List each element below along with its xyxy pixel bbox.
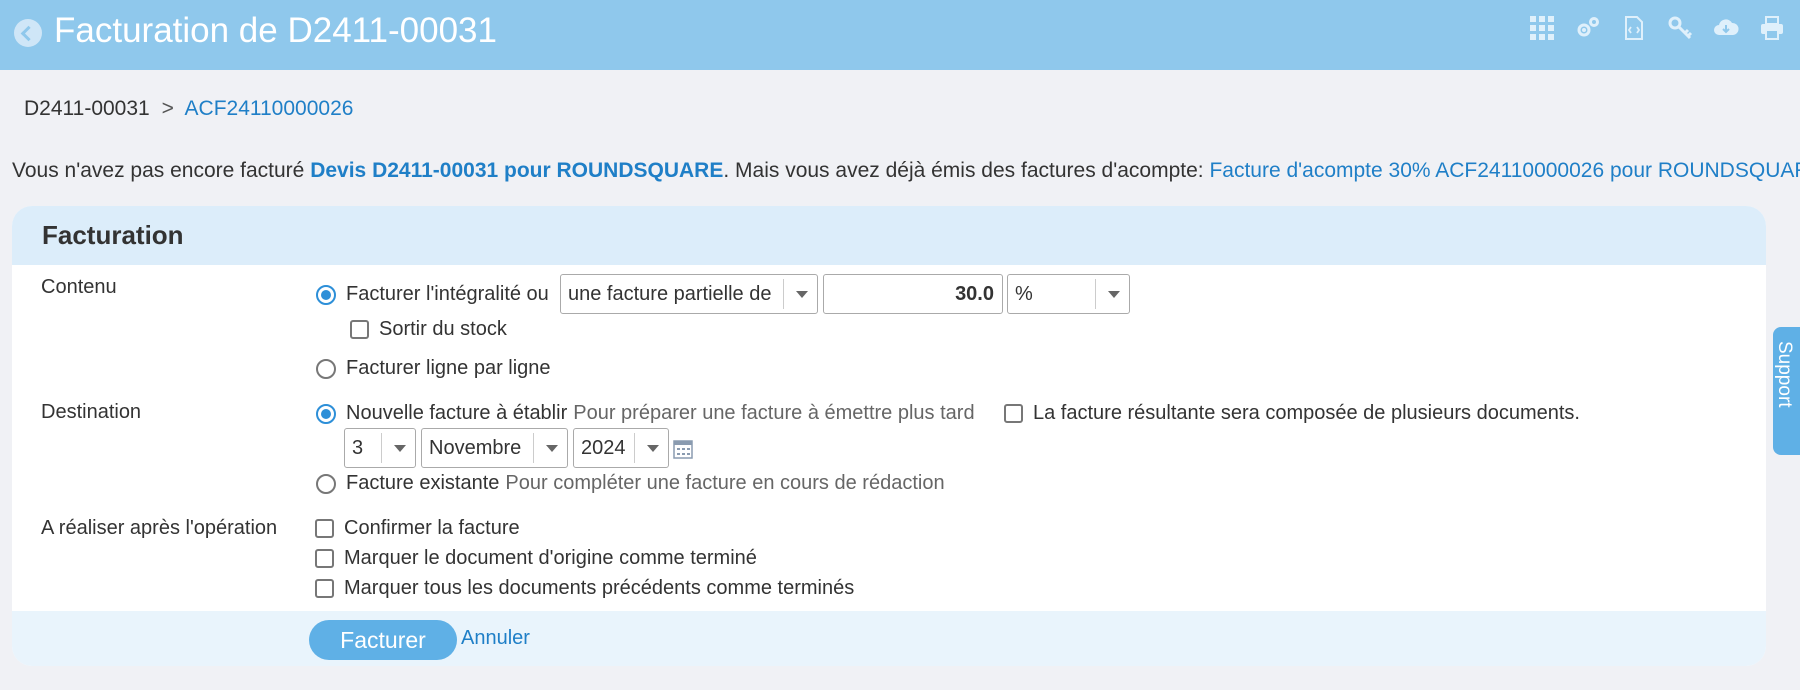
option-confirm-invoice[interactable]: Confirmer la facture [315, 517, 520, 540]
support-tab[interactable]: Support [1773, 327, 1800, 455]
breadcrumb: D2411-00031 > ACF24110000026 [24, 96, 353, 122]
mark-origin-done-label: Marquer le document d'origine comme term… [344, 547, 757, 569]
mark-all-done-checkbox[interactable] [315, 579, 334, 598]
new-invoice-hint: Pour préparer une facture à émettre plus… [573, 402, 975, 424]
line-by-line-radio[interactable] [316, 358, 336, 379]
partial-invoice-select[interactable]: une facture partielle de [560, 274, 818, 314]
invoice-submit-button[interactable]: Facturer [309, 620, 457, 660]
mark-origin-done-checkbox[interactable] [315, 549, 334, 568]
chevron-down-icon [381, 433, 415, 463]
chevron-down-icon [533, 433, 567, 463]
notice-text-1: Vous n'avez pas encore facturé [12, 159, 311, 182]
panel-title: Facturation [42, 220, 184, 250]
panel-header: Facturation [12, 206, 1766, 265]
after-operation-label: A réaliser après l'opération [41, 517, 278, 539]
month-select[interactable]: Novembre [421, 428, 568, 468]
existing-invoice-label: Facture existante [346, 472, 500, 494]
toolbar-icons [1528, 14, 1786, 42]
amount-unit-select[interactable]: % [1007, 274, 1130, 314]
full-invoice-radio[interactable] [316, 284, 336, 305]
partial-invoice-select-value: une facture partielle de [568, 282, 772, 305]
support-tab-label: Support [1774, 341, 1795, 408]
full-invoice-label: Facturer l'intégralité ou [346, 283, 549, 305]
back-arrow-icon[interactable] [14, 19, 42, 47]
stock-exit-label: Sortir du stock [379, 318, 507, 340]
month-select-value: Novembre [429, 436, 522, 459]
multi-documents-checkbox[interactable] [1004, 404, 1023, 423]
destination-label: Destination [41, 401, 142, 423]
breadcrumb-separator: > [161, 97, 174, 120]
new-invoice-radio[interactable] [316, 403, 336, 424]
key-icon[interactable] [1666, 14, 1694, 42]
option-existing-invoice[interactable]: Facture existante Pour compléter une fac… [316, 472, 945, 495]
option-multi-documents[interactable]: La facture résultante sera composée de p… [1004, 402, 1580, 425]
devis-link[interactable]: Devis D2411-00031 pour ROUNDSQUARE [310, 159, 723, 182]
panel-footer [12, 611, 1766, 666]
breadcrumb-item-proposal[interactable]: D2411-00031 [24, 97, 150, 120]
multi-documents-label: La facture résultante sera composée de p… [1033, 402, 1580, 424]
partial-amount-input[interactable]: 30.0 [823, 274, 1003, 314]
option-full-invoice[interactable]: Facturer l'intégralité ou [316, 283, 549, 306]
print-icon[interactable] [1758, 14, 1786, 42]
option-stock-exit[interactable]: Sortir du stock [350, 318, 507, 341]
year-select[interactable]: 2024 [573, 428, 669, 468]
apps-grid-icon[interactable] [1528, 14, 1556, 42]
deposit-invoice-link[interactable]: Facture d'acompte 30% ACF24110000026 pou… [1209, 159, 1800, 182]
line-by-line-label: Facturer ligne par ligne [346, 357, 551, 379]
top-bar: Facturation de D2411-00031 [0, 0, 1800, 70]
mark-all-done-label: Marquer tous les documents précédents co… [344, 577, 855, 599]
amount-unit-select-value: % [1015, 282, 1033, 305]
year-select-value: 2024 [581, 436, 626, 459]
settings-gears-icon[interactable] [1574, 14, 1602, 42]
pdf-code-icon[interactable] [1620, 14, 1648, 42]
day-select[interactable]: 3 [344, 428, 416, 468]
cancel-link[interactable]: Annuler [461, 624, 530, 652]
option-new-invoice[interactable]: Nouvelle facture à établir Pour préparer… [316, 402, 975, 425]
new-invoice-label: Nouvelle facture à établir [346, 402, 568, 424]
existing-invoice-hint: Pour compléter une facture en cours de r… [505, 472, 945, 494]
chevron-down-icon [634, 433, 668, 463]
contenu-label: Contenu [41, 276, 117, 298]
confirm-invoice-label: Confirmer la facture [344, 517, 520, 539]
notice-text-2: . Mais vous avez déjà émis des factures … [723, 159, 1210, 182]
existing-invoice-radio[interactable] [316, 473, 336, 494]
chevron-down-icon [1095, 279, 1129, 309]
option-line-by-line[interactable]: Facturer ligne par ligne [316, 357, 551, 380]
option-mark-all-done[interactable]: Marquer tous les documents précédents co… [315, 577, 854, 600]
option-mark-origin-done[interactable]: Marquer le document d'origine comme term… [315, 547, 757, 570]
billing-notice: Vous n'avez pas encore facturé Devis D24… [12, 158, 1800, 184]
breadcrumb-item-deposit-invoice[interactable]: ACF24110000026 [185, 97, 354, 120]
page-title: Facturation de D2411-00031 [54, 11, 497, 50]
cloud-download-icon[interactable] [1712, 14, 1740, 42]
day-select-value: 3 [352, 436, 364, 459]
stock-exit-checkbox[interactable] [350, 320, 369, 339]
chevron-down-icon [783, 279, 817, 309]
confirm-invoice-checkbox[interactable] [315, 519, 334, 538]
calendar-icon[interactable] [673, 439, 693, 459]
